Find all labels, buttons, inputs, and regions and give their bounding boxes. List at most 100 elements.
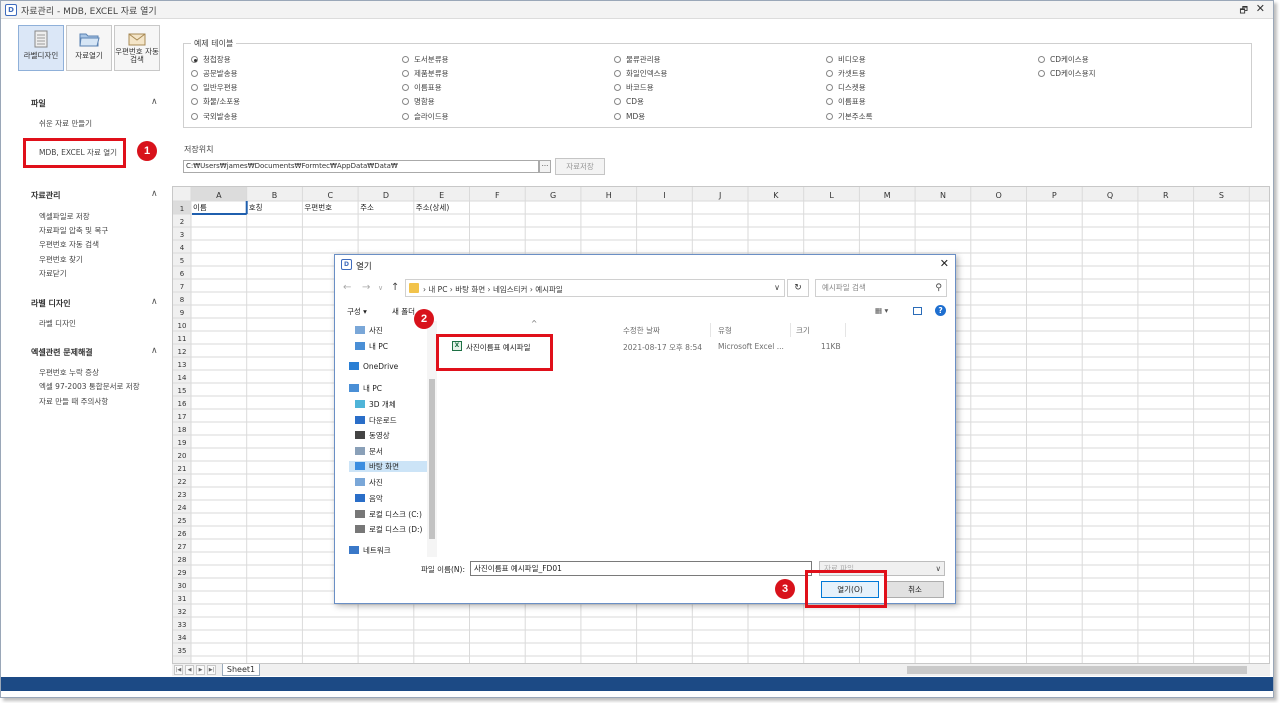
preview-pane-icon[interactable] <box>913 307 922 315</box>
label-design-button[interactable]: 라벨디자인 <box>18 25 64 71</box>
up-arrow-icon[interactable]: ↑ <box>391 282 399 293</box>
radio-option[interactable]: CD케이스용지 <box>1038 68 1096 79</box>
close-icon[interactable]: ✕ <box>1256 2 1265 15</box>
cancel-button[interactable]: 취소 <box>886 581 944 598</box>
navigation-pane[interactable]: 사진 내 PC OneDrive 내 PC 3D 개체 다운로드 동영상 문서 바탕 화면 사진 음… <box>335 321 437 557</box>
sheet-next-icon[interactable]: ▶ <box>196 665 205 675</box>
radio-option[interactable]: CD용 <box>614 96 644 107</box>
row-header[interactable]: 4 <box>180 244 185 252</box>
nav-item[interactable]: 음악 <box>355 493 383 504</box>
sheet-tab-sheet1[interactable]: Sheet1 <box>222 664 260 676</box>
row-header[interactable]: 29 <box>178 569 187 577</box>
row-header[interactable]: 9 <box>180 309 184 317</box>
horizontal-scrollbar[interactable] <box>907 665 1257 675</box>
radio-option[interactable]: 바코드용 <box>614 82 654 93</box>
recent-dropdown-icon[interactable]: ∨ <box>378 284 383 292</box>
column-header[interactable]: D <box>383 191 389 200</box>
row-header[interactable]: 17 <box>178 413 187 421</box>
row-header[interactable]: 35 <box>178 647 187 655</box>
column-header[interactable]: K <box>773 191 779 200</box>
search-input[interactable]: 예시파일 검색 ⚲ <box>815 279 947 297</box>
radio-option[interactable]: 이름표용 <box>402 82 442 93</box>
nav-item[interactable]: 바탕 화면 <box>349 461 427 472</box>
row-header[interactable]: 6 <box>180 270 185 278</box>
radio-option[interactable]: 슬라이드용 <box>402 111 449 122</box>
radio-option[interactable]: 청첩장용 <box>191 54 231 65</box>
sidebar-item-save-excel[interactable]: 엑셀파일로 저장 <box>39 211 90 222</box>
row-header[interactable]: 3 <box>180 231 184 239</box>
nav-scroll-thumb[interactable] <box>429 379 435 539</box>
column-size[interactable]: 크기 <box>796 325 810 336</box>
sidebar-item-close-data[interactable]: 자료닫기 <box>39 268 67 279</box>
row-header[interactable]: 12 <box>178 348 187 356</box>
table-cell[interactable]: 주소(상세) <box>416 202 449 213</box>
nav-item[interactable]: 내 PC <box>349 383 382 394</box>
nav-item[interactable]: 내 PC <box>355 341 388 352</box>
column-header[interactable]: I <box>663 191 665 200</box>
breadcrumb[interactable]: › 내 PC › 바탕 화면 › 네임스티커 › 예시파일 <box>423 284 563 295</box>
nav-item[interactable]: 사진 <box>355 477 383 488</box>
nav-item[interactable]: 로컬 디스크 (C:) <box>355 509 422 520</box>
address-bar[interactable]: › 내 PC › 바탕 화면 › 네임스티커 › 예시파일 ∨ <box>405 279 785 297</box>
column-header[interactable]: M <box>884 191 891 200</box>
column-header[interactable]: G <box>550 191 556 200</box>
sheet-prev-icon[interactable]: ◀ <box>185 665 194 675</box>
sidebar-item-postal-missing[interactable]: 우편번호 누락 증상 <box>39 367 99 378</box>
row-header[interactable]: 16 <box>178 400 187 408</box>
row-header[interactable]: 2 <box>180 218 184 226</box>
radio-option[interactable]: 도서분류용 <box>402 54 449 65</box>
row-header[interactable]: 32 <box>178 608 187 616</box>
column-header[interactable]: Q <box>1107 191 1113 200</box>
collapse-chevron-icon[interactable]: ∧ <box>151 97 158 107</box>
nav-item[interactable]: 3D 개체 <box>355 399 396 410</box>
browse-button[interactable]: ··· <box>539 160 551 173</box>
row-header[interactable]: 15 <box>178 387 187 395</box>
row-header[interactable]: 30 <box>178 582 187 590</box>
save-data-button[interactable]: 자료저장 <box>555 158 605 175</box>
sidebar-item-postal-find[interactable]: 우편번호 찾기 <box>39 254 83 265</box>
refresh-icon[interactable]: ↻ <box>787 279 809 297</box>
column-type[interactable]: 유형 <box>718 325 732 336</box>
radio-option[interactable]: 디스켓용 <box>826 82 866 93</box>
radio-option[interactable]: 명함용 <box>402 96 435 107</box>
column-header[interactable]: P <box>1052 191 1057 200</box>
row-header[interactable]: 31 <box>178 595 187 603</box>
row-header[interactable]: 7 <box>180 283 184 291</box>
column-header[interactable]: H <box>606 191 612 200</box>
radio-option[interactable]: 일반우편용 <box>191 82 238 93</box>
back-arrow-icon[interactable]: ← <box>343 282 351 293</box>
row-header[interactable]: 34 <box>178 634 187 642</box>
table-cell[interactable]: 주소 <box>360 202 374 213</box>
row-header[interactable]: 19 <box>178 439 187 447</box>
forward-arrow-icon[interactable]: → <box>362 282 370 293</box>
address-dropdown-icon[interactable]: ∨ <box>774 283 780 292</box>
row-header[interactable]: 25 <box>178 517 187 525</box>
column-header[interactable]: R <box>1163 191 1169 200</box>
sidebar-item-compress-restore[interactable]: 자료파일 압축 및 복구 <box>39 225 108 236</box>
sheet-first-icon[interactable]: |◀ <box>174 665 183 675</box>
radio-option[interactable]: 이름표용 <box>826 96 866 107</box>
column-header[interactable]: C <box>327 191 333 200</box>
scroll-thumb[interactable] <box>907 666 1247 674</box>
name-sort-indicator[interactable]: ^ <box>531 319 537 328</box>
column-header[interactable]: B <box>272 191 278 200</box>
radio-option[interactable]: 제품분류용 <box>402 68 449 79</box>
column-header[interactable]: L <box>829 191 834 200</box>
sidebar-item-postal-autosearch[interactable]: 우편번호 자동 검색 <box>39 239 99 250</box>
row-header[interactable]: 8 <box>180 296 184 304</box>
radio-option[interactable]: 물류관리용 <box>614 54 661 65</box>
row-header[interactable]: 24 <box>178 504 187 512</box>
radio-option[interactable]: 카셋트용 <box>826 68 866 79</box>
collapse-chevron-icon[interactable]: ∧ <box>151 189 158 199</box>
restore-icon[interactable]: 🗗 <box>1240 3 1248 19</box>
nav-item[interactable]: 사진 <box>355 325 383 336</box>
column-header[interactable]: N <box>940 191 946 200</box>
help-icon[interactable]: ? <box>935 305 946 316</box>
column-modified[interactable]: 수정한 날짜 <box>623 325 660 336</box>
view-options-icon[interactable]: ▦ ▾ <box>875 306 888 315</box>
row-header[interactable]: 1 <box>180 205 184 213</box>
column-header[interactable]: S <box>1219 191 1224 200</box>
column-header[interactable]: J <box>718 191 721 200</box>
row-header[interactable]: 10 <box>178 322 187 330</box>
radio-option[interactable]: CD케이스용 <box>1038 54 1089 65</box>
